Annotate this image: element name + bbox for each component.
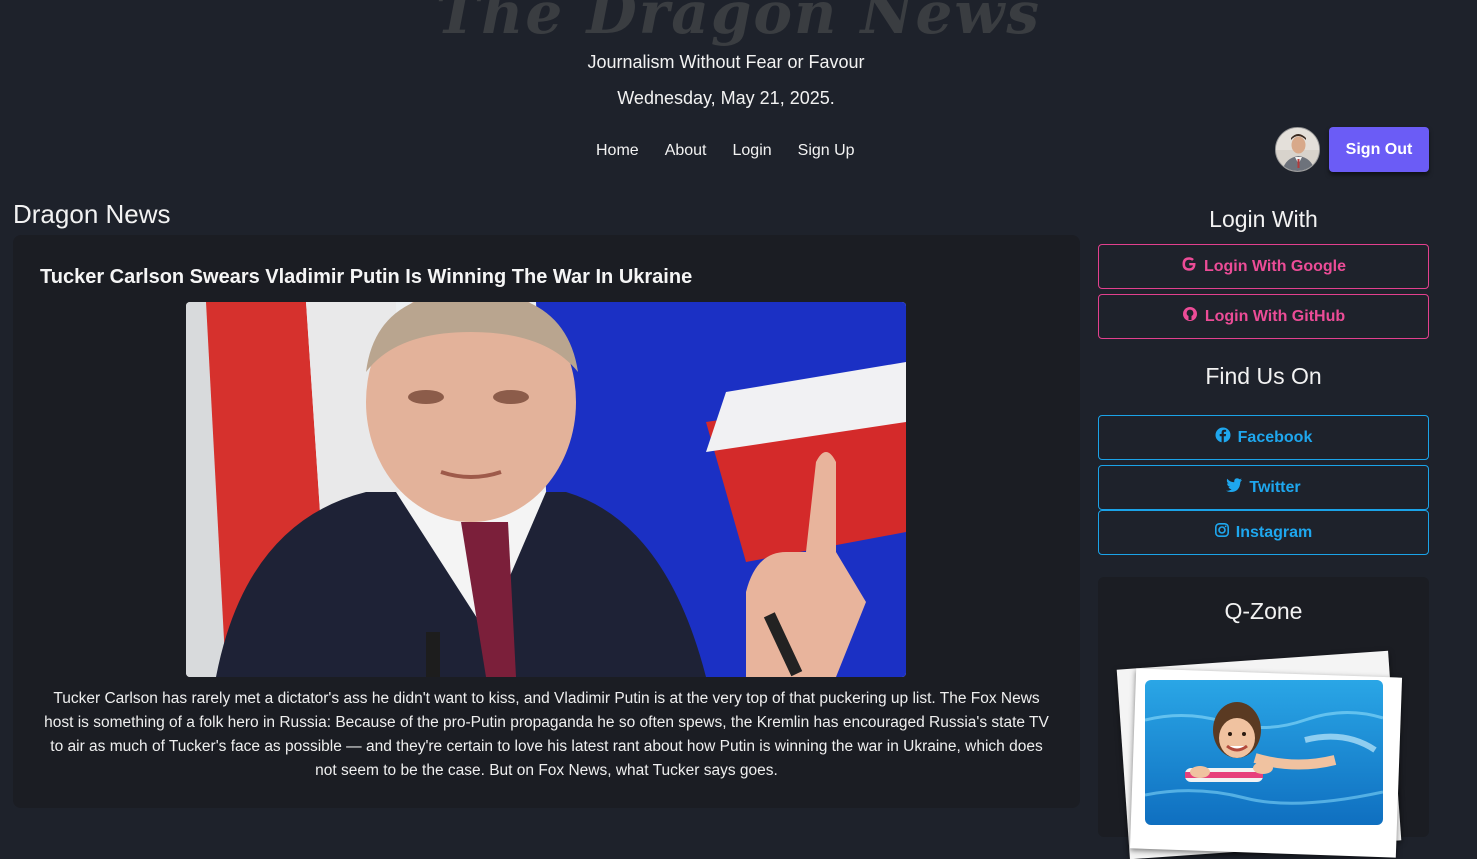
q-zone-heading: Q-Zone xyxy=(1224,598,1303,624)
section-title: Dragon News xyxy=(13,199,171,229)
google-icon xyxy=(1181,256,1197,277)
masthead-logo: The Dragon News xyxy=(436,0,1041,47)
instagram-label: Instagram xyxy=(1235,523,1313,541)
login-github-label: Login With GitHub xyxy=(1204,307,1346,325)
facebook-label: Facebook xyxy=(1237,428,1313,446)
main-nav: Home About Login Sign Up xyxy=(583,140,868,162)
twitter-button[interactable]: Twitter xyxy=(1098,465,1429,510)
facebook-icon xyxy=(1215,427,1231,448)
login-google-button[interactable]: Login With Google xyxy=(1098,244,1429,289)
twitter-icon xyxy=(1226,478,1243,497)
nav-login[interactable]: Login xyxy=(720,140,785,162)
login-with-heading: Login With xyxy=(1209,206,1318,232)
news-card[interactable]: Tucker Carlson Swears Vladimir Putin Is … xyxy=(13,235,1080,808)
instagram-icon xyxy=(1214,523,1229,542)
article-image xyxy=(186,302,906,677)
tagline: Journalism Without Fear or Favour xyxy=(587,52,865,72)
current-date: Wednesday, May 21, 2025. xyxy=(617,88,835,108)
q-zone-panel: Q-Zone xyxy=(1098,577,1429,859)
find-us-heading: Find Us On xyxy=(1205,363,1322,389)
swimming-child-image xyxy=(1145,680,1383,825)
article-body: Tucker Carlson has rarely met a dictator… xyxy=(44,690,1049,779)
facebook-button[interactable]: Facebook xyxy=(1098,415,1429,460)
sign-out-button[interactable]: Sign Out xyxy=(1329,127,1429,172)
login-google-label: Login With Google xyxy=(1203,257,1347,275)
github-icon xyxy=(1182,306,1198,327)
article-title[interactable]: Tucker Carlson Swears Vladimir Putin Is … xyxy=(40,266,692,289)
login-github-button[interactable]: Login With GitHub xyxy=(1098,294,1429,339)
nav-home[interactable]: Home xyxy=(583,140,652,162)
nav-signup[interactable]: Sign Up xyxy=(785,140,868,162)
instagram-button[interactable]: Instagram xyxy=(1098,510,1429,555)
nav-about[interactable]: About xyxy=(652,140,720,162)
twitter-label: Twitter xyxy=(1249,478,1301,496)
user-avatar[interactable] xyxy=(1275,127,1320,172)
